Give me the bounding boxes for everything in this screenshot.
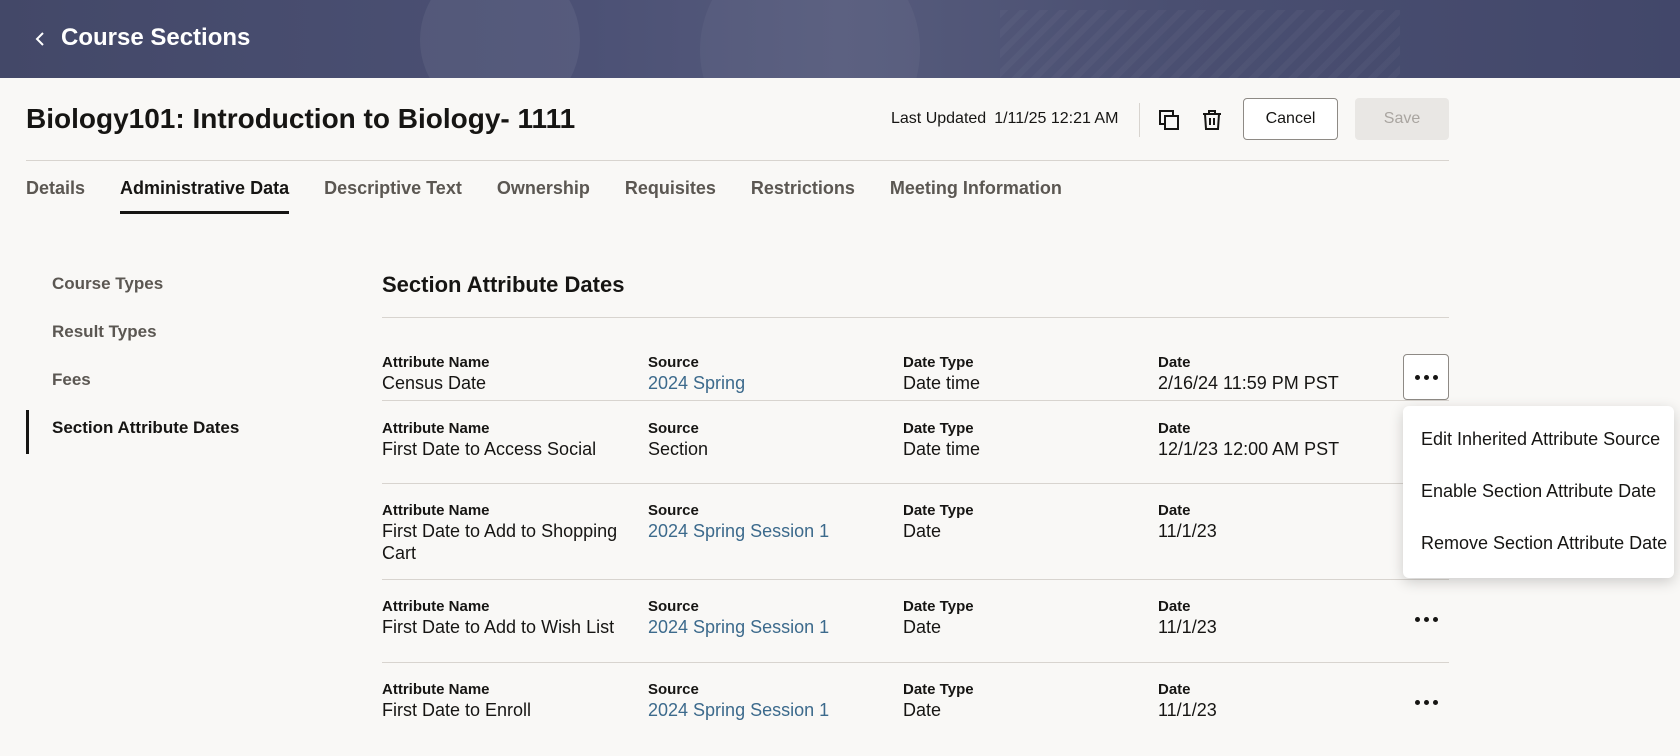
date-value: 11/1/23 bbox=[1158, 617, 1217, 637]
attribute-name-label: Attribute Name bbox=[382, 502, 490, 519]
source-label: Source bbox=[648, 420, 699, 437]
date-label: Date bbox=[1158, 598, 1191, 615]
tab-meeting-information[interactable]: Meeting Information bbox=[890, 164, 1062, 214]
date-type-value: Date bbox=[903, 700, 942, 720]
list-item: Attribute Name First Date to Add to Shopp… bbox=[382, 484, 1449, 580]
row-actions-menu: Edit Inherited Attribute Source Enable S… bbox=[1403, 406, 1674, 578]
last-updated-value: 1/11/25 12:21 AM bbox=[994, 110, 1119, 127]
date-type-value: Date bbox=[903, 521, 942, 541]
trash-icon bbox=[1203, 110, 1221, 130]
attribute-name-value: First Date to Add to Wish List bbox=[382, 617, 615, 637]
sidenav-item-fees[interactable]: Fees bbox=[26, 358, 326, 406]
tab-ownership[interactable]: Ownership bbox=[497, 164, 590, 214]
attribute-name-label: Attribute Name bbox=[382, 681, 490, 698]
tab-administrative-data[interactable]: Administrative Data bbox=[120, 164, 290, 214]
banner-decoration bbox=[420, 0, 580, 78]
duplicate-button[interactable] bbox=[1153, 104, 1185, 136]
attribute-name-value: Census Date bbox=[382, 373, 487, 393]
date-type-label: Date Type bbox=[903, 598, 974, 615]
chevron-left-icon bbox=[35, 32, 44, 46]
section-title: Section Attribute Dates bbox=[382, 272, 625, 297]
menu-item-remove-section-attribute-date[interactable]: Remove Section Attribute Date bbox=[1403, 516, 1674, 568]
date-label: Date bbox=[1158, 502, 1191, 519]
date-value: 2/16/24 11:59 PM PST bbox=[1158, 373, 1339, 393]
header-banner: Course Sections bbox=[0, 0, 1680, 78]
date-value: 12/1/23 12:00 AM PST bbox=[1158, 439, 1340, 459]
attribute-name-label: Attribute Name bbox=[382, 598, 490, 615]
attribute-name-value: First Date to Access Social bbox=[382, 439, 597, 459]
date-type-value: Date time bbox=[903, 439, 981, 459]
source-label: Source bbox=[648, 502, 699, 519]
more-horizontal-icon bbox=[1414, 616, 1438, 622]
list-item: Attribute Name First Date to Enroll Sourc… bbox=[382, 663, 1449, 739]
attribute-name-label: Attribute Name bbox=[382, 354, 490, 371]
cancel-button[interactable]: Cancel bbox=[1243, 98, 1338, 140]
more-actions-button[interactable] bbox=[1403, 354, 1449, 400]
list-item: Attribute Name Census Date Source 2024 Spr… bbox=[382, 318, 1449, 401]
back-button[interactable] bbox=[30, 26, 50, 52]
date-label: Date bbox=[1158, 354, 1191, 371]
menu-item-edit-inherited-attribute-source[interactable]: Edit Inherited Attribute Source bbox=[1403, 412, 1674, 464]
divider bbox=[26, 160, 1449, 161]
attribute-name-value: First Date to Enroll bbox=[382, 700, 532, 720]
source-link[interactable]: 2024 Spring bbox=[648, 372, 888, 394]
more-actions-button[interactable] bbox=[1403, 679, 1449, 725]
banner-decoration bbox=[1000, 10, 1400, 78]
more-horizontal-icon bbox=[1414, 374, 1438, 380]
date-type-value: Date time bbox=[903, 373, 981, 393]
attribute-dates-list: Attribute Name Census Date Source 2024 Spr… bbox=[382, 318, 1449, 739]
date-label: Date bbox=[1158, 420, 1191, 437]
page-title: Biology101: Introduction to Biology- 111… bbox=[26, 103, 576, 134]
attribute-name-label: Attribute Name bbox=[382, 420, 490, 437]
date-label: Date bbox=[1158, 681, 1191, 698]
save-button[interactable]: Save bbox=[1355, 98, 1449, 140]
source-label: Source bbox=[648, 354, 699, 371]
last-updated: Last Updated 1/11/25 12:21 AM bbox=[891, 110, 1118, 128]
attribute-name-value: First Date to Add to Shopping Cart bbox=[382, 521, 618, 563]
date-type-label: Date Type bbox=[903, 502, 974, 519]
date-type-value: Date bbox=[903, 617, 942, 637]
tab-requisites[interactable]: Requisites bbox=[625, 164, 716, 214]
tab-descriptive-text[interactable]: Descriptive Text bbox=[324, 164, 462, 214]
banner-decoration bbox=[700, 0, 920, 78]
sidenav-item-course-types[interactable]: Course Types bbox=[26, 262, 326, 310]
source-link[interactable]: 2024 Spring Session 1 bbox=[648, 520, 888, 542]
date-value: 11/1/23 bbox=[1158, 700, 1217, 720]
menu-item-enable-section-attribute-date[interactable]: Enable Section Attribute Date bbox=[1403, 464, 1674, 516]
tab-details[interactable]: Details bbox=[26, 164, 85, 214]
source-link[interactable]: 2024 Spring Session 1 bbox=[648, 616, 888, 638]
divider bbox=[1139, 103, 1140, 137]
list-item: Attribute Name First Date to Access Socia… bbox=[382, 401, 1449, 484]
source-link[interactable]: 2024 Spring Session 1 bbox=[648, 699, 888, 721]
more-horizontal-icon bbox=[1414, 699, 1438, 705]
tab-bar: Details Administrative Data Descriptive … bbox=[26, 164, 1097, 214]
source-label: Source bbox=[648, 681, 699, 698]
copy-icon bbox=[1159, 110, 1179, 130]
list-item: Attribute Name First Date to Add to Wish … bbox=[382, 580, 1449, 663]
more-actions-button[interactable] bbox=[1403, 596, 1449, 642]
source-label: Source bbox=[648, 598, 699, 615]
banner-title: Course Sections bbox=[61, 24, 251, 51]
delete-button[interactable] bbox=[1196, 104, 1228, 136]
date-type-label: Date Type bbox=[903, 354, 974, 371]
date-type-label: Date Type bbox=[903, 420, 974, 437]
date-value: 11/1/23 bbox=[1158, 521, 1217, 541]
sidenav-item-section-attribute-dates[interactable]: Section Attribute Dates bbox=[26, 406, 326, 454]
source-value: Section bbox=[648, 439, 709, 459]
date-type-label: Date Type bbox=[903, 681, 974, 698]
sidenav-item-result-types[interactable]: Result Types bbox=[26, 310, 326, 358]
last-updated-label: Last Updated bbox=[891, 110, 987, 127]
side-navigation: Course Types Result Types Fees Section A… bbox=[26, 262, 326, 454]
tab-restrictions[interactable]: Restrictions bbox=[751, 164, 855, 214]
